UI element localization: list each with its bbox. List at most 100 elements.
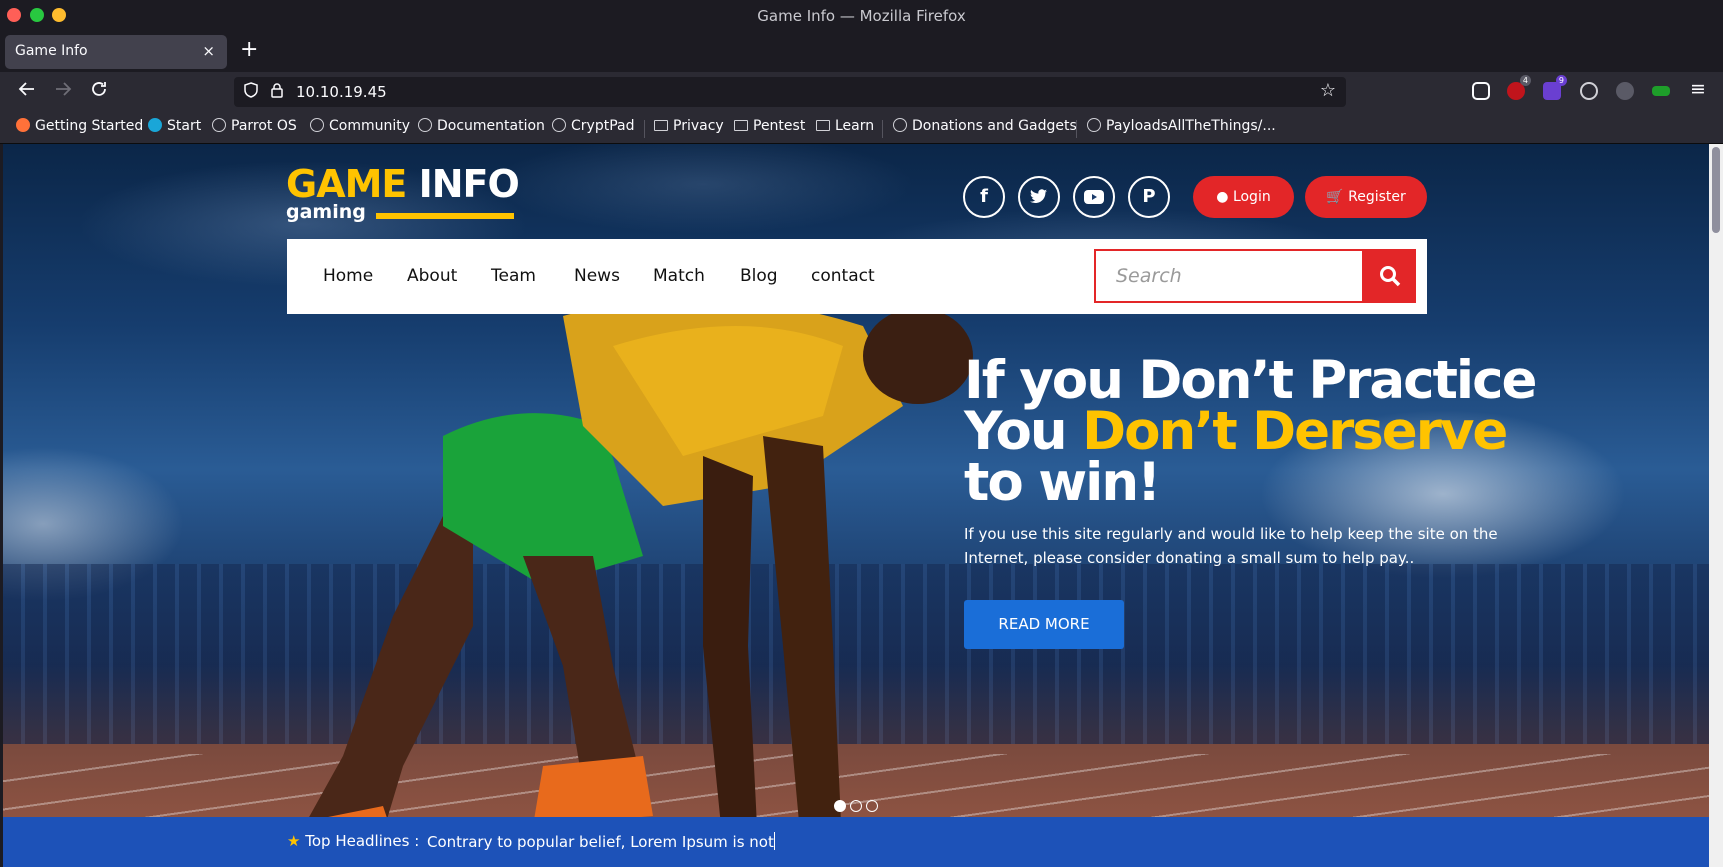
- bookmark-cryptpad[interactable]: CryptPad: [552, 118, 634, 134]
- reload-icon[interactable]: [90, 80, 108, 103]
- extension-purple-icon[interactable]: 9: [1543, 75, 1567, 100]
- bookmark-folder-learn[interactable]: Learn: [816, 118, 874, 134]
- nav-about[interactable]: About: [407, 266, 457, 286]
- folder-icon: [654, 120, 668, 131]
- globe-icon: [552, 118, 566, 132]
- extension-badge: 9: [1555, 75, 1567, 86]
- bookmark-donations[interactable]: Donations and Gadgets: [893, 118, 1077, 134]
- nav-news[interactable]: News: [574, 266, 620, 286]
- ublock-icon[interactable]: 4: [1507, 75, 1531, 100]
- bookmark-documentation[interactable]: Documentation: [418, 118, 545, 134]
- bookmark-parrot-os[interactable]: Parrot OS: [212, 118, 297, 134]
- slider-dot-1[interactable]: [834, 800, 846, 812]
- bookmark-getting-started[interactable]: Getting Started: [16, 118, 143, 134]
- hero-headline: If you Don’t Practice You Don’t Derserve…: [964, 350, 1564, 509]
- tab-title: Game Info: [15, 43, 88, 59]
- cookie-icon[interactable]: [1580, 82, 1598, 100]
- search-box: [1094, 249, 1364, 303]
- main-nav: Home About Team News Match Blog contact: [287, 239, 1427, 314]
- parrot-icon: [148, 118, 162, 132]
- app-menu-icon[interactable]: ≡: [1690, 78, 1706, 100]
- window-titlebar: Game Info — Mozilla Firefox: [0, 0, 1723, 32]
- tracking-shield-icon[interactable]: [244, 82, 258, 102]
- folder-icon: [816, 120, 830, 131]
- twitter-icon[interactable]: [1018, 176, 1060, 218]
- register-button[interactable]: 🛒 Register: [1305, 176, 1427, 218]
- bookmark-label: Start: [167, 118, 202, 134]
- slider-dot-2[interactable]: [850, 800, 862, 812]
- hero-line-1: If you Don’t Practice: [964, 350, 1537, 411]
- page-info-icon[interactable]: [270, 82, 284, 102]
- bookmark-label: Parrot OS: [231, 118, 297, 134]
- url-bar[interactable]: 10.10.19.45 ☆: [234, 77, 1346, 107]
- search-button[interactable]: [1364, 249, 1416, 303]
- site-logo[interactable]: GAME INFO gaming: [286, 162, 520, 223]
- bookmark-label: Documentation: [437, 118, 545, 134]
- new-tab-button[interactable]: +: [240, 37, 258, 62]
- bookmark-community[interactable]: Community: [310, 118, 410, 134]
- bookmark-label: Privacy: [673, 118, 724, 134]
- pocket-icon[interactable]: [1472, 82, 1490, 100]
- globe-icon: [418, 118, 432, 132]
- bookmark-label: Pentest: [753, 118, 806, 134]
- bookmark-folder-pentest[interactable]: Pentest: [734, 118, 805, 134]
- logo-underline: [375, 213, 514, 219]
- ticker-headline: Contrary to popular belief, Lorem Ipsum …: [427, 833, 774, 851]
- nav-team[interactable]: Team: [491, 266, 536, 286]
- read-more-button[interactable]: READ MORE: [964, 600, 1124, 649]
- extension-green-icon[interactable]: [1652, 86, 1670, 96]
- cart-icon: 🛒: [1326, 189, 1344, 205]
- user-icon: ●: [1216, 189, 1229, 205]
- bookmark-separator: [882, 120, 883, 138]
- nav-match[interactable]: Match: [653, 266, 705, 286]
- search-icon: [1380, 266, 1401, 287]
- nav-blog[interactable]: Blog: [740, 266, 778, 286]
- register-label: Register: [1348, 189, 1406, 205]
- nav-home[interactable]: Home: [323, 266, 373, 286]
- youtube-icon[interactable]: [1073, 176, 1115, 218]
- bookmark-separator: [1076, 120, 1077, 138]
- sprinter-image: [269, 298, 973, 867]
- login-button[interactable]: ● Login: [1193, 176, 1294, 218]
- nav-contact[interactable]: contact: [811, 266, 875, 286]
- firefox-icon: [16, 118, 30, 132]
- back-arrow-icon[interactable]: [18, 80, 36, 103]
- bookmark-label: Community: [329, 118, 411, 134]
- tab-strip: Game Info × +: [0, 32, 1723, 72]
- bookmark-label: Learn: [835, 118, 875, 134]
- forward-arrow-icon[interactable]: [54, 80, 72, 103]
- spy-icon[interactable]: [1616, 82, 1634, 100]
- bookmark-label: Donations and Gadgets: [912, 118, 1077, 134]
- tab-close-icon[interactable]: ×: [202, 42, 215, 60]
- bookmark-folder-privacy[interactable]: Privacy: [654, 118, 724, 134]
- ticker-text[interactable]: Contrary to popular belief, Lorem Ipsum …: [427, 832, 775, 851]
- bookmark-separator: [644, 120, 645, 138]
- bookmark-payloads[interactable]: PayloadsAllTheThings/...: [1087, 118, 1276, 134]
- nav-toolbar: 10.10.19.45 ☆ 4 9 ≡: [0, 72, 1723, 112]
- scrollbar-thumb[interactable]: [1712, 147, 1720, 233]
- bookmark-star-icon[interactable]: ☆: [1320, 80, 1336, 101]
- hero-line-2: You Don’t Derserve: [964, 405, 1564, 458]
- bookmark-start[interactable]: Start: [148, 118, 201, 134]
- bookmark-label: PayloadsAllTheThings/...: [1106, 118, 1276, 134]
- facebook-icon[interactable]: f: [963, 176, 1005, 218]
- bookmark-label: Getting Started: [35, 118, 144, 134]
- slider-dot-3[interactable]: [866, 800, 878, 812]
- logo-info-text: INFO: [418, 162, 520, 206]
- ublock-badge: 4: [1519, 75, 1531, 86]
- ticker-label: ★ Top Headlines :: [287, 832, 419, 850]
- url-text[interactable]: 10.10.19.45: [296, 83, 387, 101]
- hero-paragraph: If you use this site regularly and would…: [964, 525, 1498, 567]
- ticker-label-text: Top Headlines :: [305, 832, 420, 850]
- headlines-ticker: ★ Top Headlines : Contrary to popular be…: [3, 817, 1709, 867]
- browser-tab-active[interactable]: Game Info ×: [5, 35, 227, 69]
- bookmarks-toolbar: Getting Started Start Parrot OS Communit…: [0, 112, 1723, 144]
- login-label: Login: [1232, 189, 1271, 205]
- globe-icon: [893, 118, 907, 132]
- folder-icon: [734, 120, 748, 131]
- search-input[interactable]: [1096, 251, 1362, 301]
- window-title: Game Info — Mozilla Firefox: [757, 7, 966, 25]
- pinterest-icon[interactable]: P: [1128, 176, 1170, 218]
- text-cursor: [773, 832, 775, 850]
- page-scrollbar[interactable]: [1709, 144, 1723, 867]
